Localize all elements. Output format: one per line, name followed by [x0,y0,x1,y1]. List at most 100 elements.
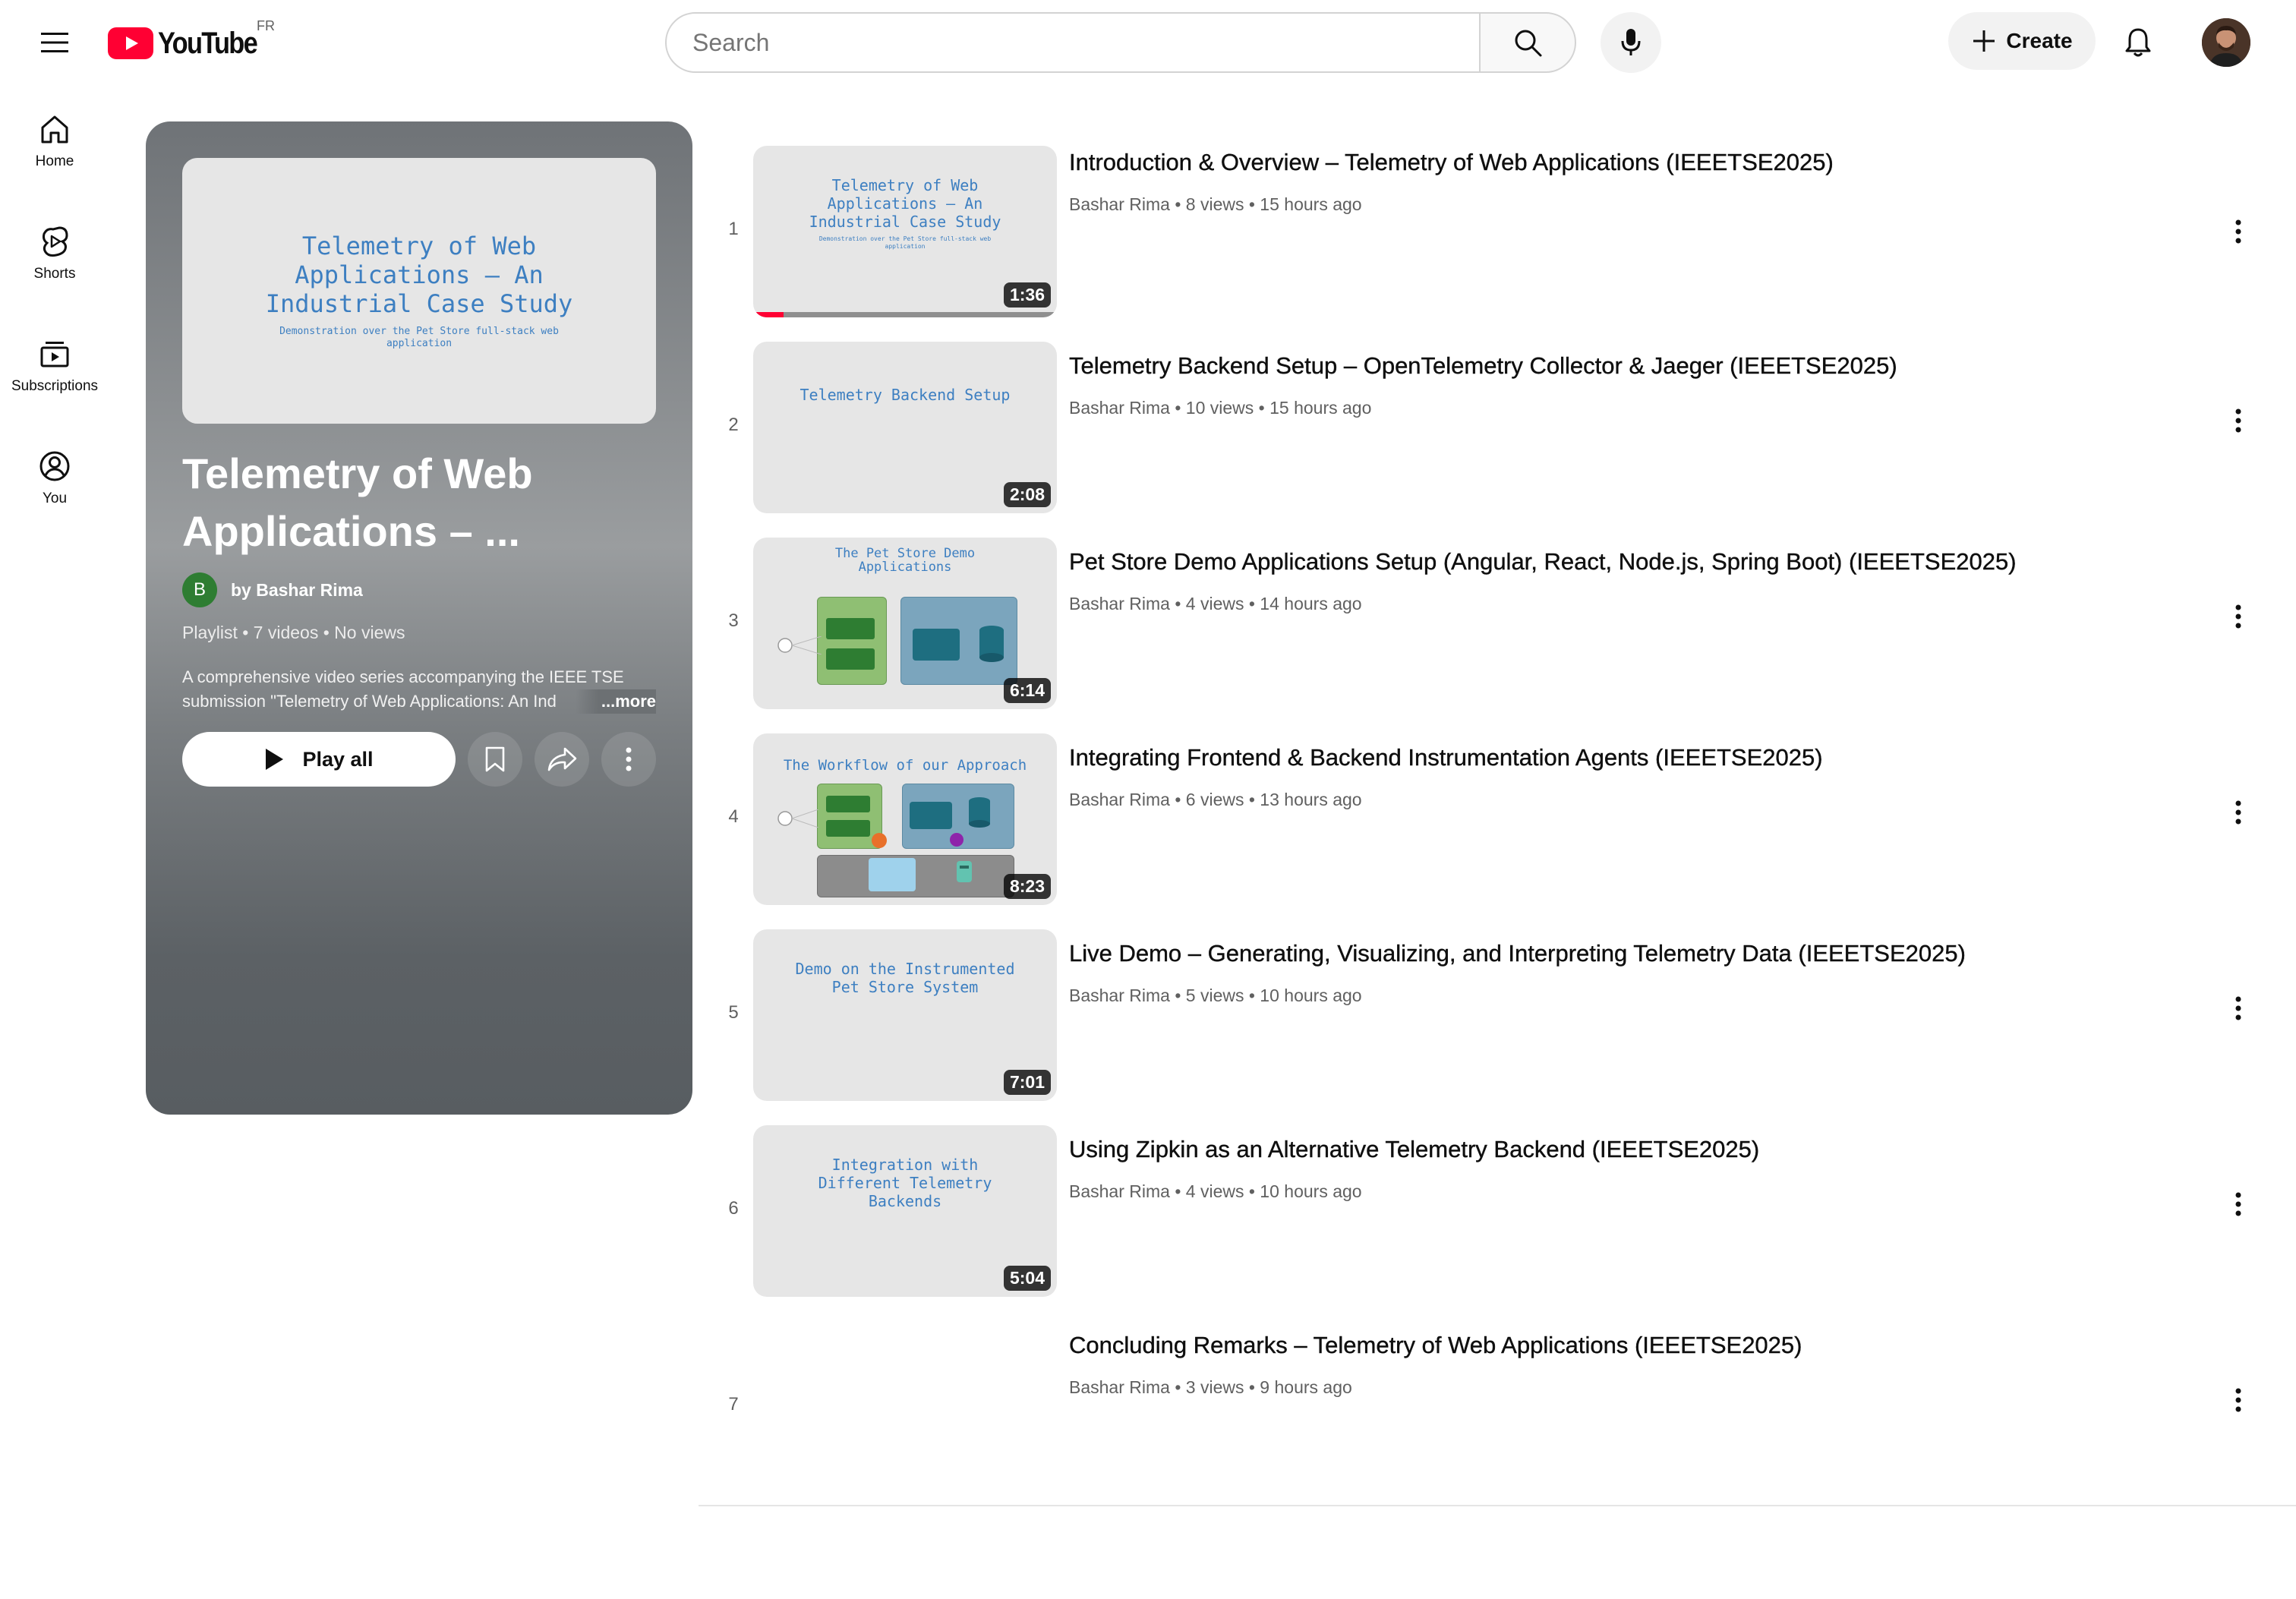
video-title[interactable]: Using Zipkin as an Alternative Telemetry… [1069,1136,1760,1163]
video-channel[interactable]: Bashar Rima [1069,1377,1170,1397]
account-avatar-icon [2202,18,2250,67]
play-all-label: Play all [302,747,374,771]
more-actions-button[interactable] [601,732,656,787]
angular-ui-box [826,796,870,812]
video-index: 5 [728,1002,739,1023]
otel-agent-icon [872,833,887,848]
meta-separator: • [1169,790,1186,809]
otel-collector-box [869,858,916,891]
owner-avatar: B [182,572,217,607]
notifications-button[interactable] [2114,18,2162,67]
telemetry-backend-box [817,855,1014,897]
playlist-meta: Playlist • 7 videos • No views [182,623,405,642]
microphone-icon [1621,29,1641,55]
petstore-spring-box [913,629,960,661]
video-channel[interactable]: Bashar Rima [1069,398,1170,418]
video-title[interactable]: Telemetry Backend Setup – OpenTelemetry … [1069,352,1897,380]
video-title[interactable]: Concluding Remarks – Telemetry of Web Ap… [1069,1332,1802,1359]
playlist-video-row[interactable]: 7 Concluding Remarks – Telemetry of Web … [699,1297,2296,1493]
video-index: 2 [728,415,739,435]
guide-item-you[interactable]: You [0,449,109,551]
playlist-owner-link[interactable]: B by Bashar Rima [182,572,363,607]
video-menu-button[interactable] [2214,396,2263,445]
video-menu-button[interactable] [2214,1376,2263,1424]
video-channel[interactable]: Bashar Rima [1069,790,1170,809]
search-field[interactable] [665,12,1481,73]
otel-agent-icon [950,833,964,847]
share-icon [547,747,577,771]
playlist-video-row[interactable]: 5 Demo on the Instrumented Pet Store Sys… [699,905,2296,1101]
guide-label-shorts: Shorts [33,266,76,282]
video-index: 3 [728,610,739,631]
playlist-video-row[interactable]: 3 The Pet Store Demo Applications 6:14 P… [699,513,2296,709]
video-meta: Bashar Rima • 10 views • 15 hours ago [1069,398,1371,418]
video-title[interactable]: Live Demo – Generating, Visualizing, and… [1069,940,1966,967]
video-stats: 10 views • 15 hours ago [1185,398,1372,418]
jaeger-icon [957,861,972,882]
video-thumbnail[interactable]: Demo on the Instrumented Pet Store Syste… [753,929,1057,1101]
video-thumbnail[interactable]: The Pet Store Demo Applications 6:14 [753,538,1057,709]
play-all-button[interactable]: Play all [182,732,456,787]
meta-separator: • [1169,1181,1186,1201]
guide-label-home: Home [35,153,74,169]
video-menu-button[interactable] [2214,984,2263,1033]
video-meta: Bashar Rima • 4 views • 10 hours ago [1069,1181,1362,1202]
plus-icon [1973,30,1995,52]
playlist-video-row[interactable]: 4 The Workflow of our Approach 8:23 Inte… [699,709,2296,905]
video-menu-button[interactable] [2214,207,2263,256]
create-button[interactable]: Create [1948,12,2096,70]
thumbnail-subtitle-text: Demonstration over the Pet Store full-st… [818,235,992,250]
video-menu-button[interactable] [2214,788,2263,837]
more-vertical-icon [626,747,632,771]
video-title[interactable]: Integrating Frontend & Backend Instrumen… [1069,744,1823,771]
video-thumbnail[interactable]: Telemetry of Web Applications – An Indus… [753,146,1057,317]
guide-item-home[interactable]: Home [0,112,109,214]
account-avatar-button[interactable] [2202,18,2250,67]
video-channel[interactable]: Bashar Rima [1069,1181,1170,1201]
playlist-video-row[interactable]: 6 Integration with Different Telemetry B… [699,1101,2296,1297]
save-playlist-button[interactable] [468,732,522,787]
playlist-owner: by Bashar Rima [231,579,363,600]
video-channel[interactable]: Bashar Rima [1069,594,1170,613]
video-index: 1 [728,219,739,239]
guide-item-shorts[interactable]: Shorts [0,225,109,326]
video-stats: 5 views • 10 hours ago [1185,986,1362,1005]
video-index: 4 [728,806,739,827]
user-connector-icon [777,809,818,828]
video-title[interactable]: Pet Store Demo Applications Setup (Angul… [1069,548,2017,576]
more-vertical-icon [2235,604,2241,629]
video-menu-button[interactable] [2214,1180,2263,1228]
playlist-video-row[interactable]: 1 Telemetry of Web Applications – An Ind… [699,121,2296,317]
voice-search-button[interactable] [1601,12,1661,73]
database-icon [979,626,1004,662]
guide-menu-button[interactable] [30,18,79,67]
guide-item-subscriptions[interactable]: Subscriptions [0,337,109,439]
thumbnail-title-text: Demo on the Instrumented Pet Store Syste… [795,960,1015,996]
video-channel[interactable]: Bashar Rima [1069,194,1170,214]
bell-icon [2125,28,2151,57]
thumbnail-title-text: The Workflow of our Approach [783,757,1027,774]
more-vertical-icon [2235,1388,2241,1412]
video-title[interactable]: Introduction & Overview – Telemetry of W… [1069,149,1834,176]
video-channel[interactable]: Bashar Rima [1069,986,1170,1005]
share-button[interactable] [535,732,589,787]
playlist-description: A comprehensive video series accompanyin… [182,665,656,714]
video-duration: 1:36 [1003,282,1051,308]
video-menu-button[interactable] [2214,592,2263,641]
search-button[interactable] [1479,12,1576,73]
search-input[interactable] [691,27,1479,58]
video-thumbnail[interactable]: Integration with Different Telemetry Bac… [753,1125,1057,1297]
description-more-link[interactable]: ...more [575,689,656,714]
playlist-thumbnail[interactable]: Telemetry of Web Applications – An Indus… [182,158,656,424]
react-ui-box [826,648,875,670]
home-icon [41,115,68,144]
youtube-logo[interactable]: YouTube [108,26,273,61]
video-duration: 7:01 [1003,1070,1051,1095]
shorts-icon [43,226,68,257]
video-duration: 8:23 [1003,874,1051,899]
playlist-video-row[interactable]: 2 Telemetry Backend Setup 2:08 Telemetry… [699,317,2296,513]
video-thumbnail[interactable] [753,1321,1057,1493]
video-meta: Bashar Rima • 4 views • 14 hours ago [1069,594,1362,614]
video-thumbnail[interactable]: The Workflow of our Approach 8:23 [753,733,1057,905]
video-thumbnail[interactable]: Telemetry Backend Setup 2:08 [753,342,1057,513]
